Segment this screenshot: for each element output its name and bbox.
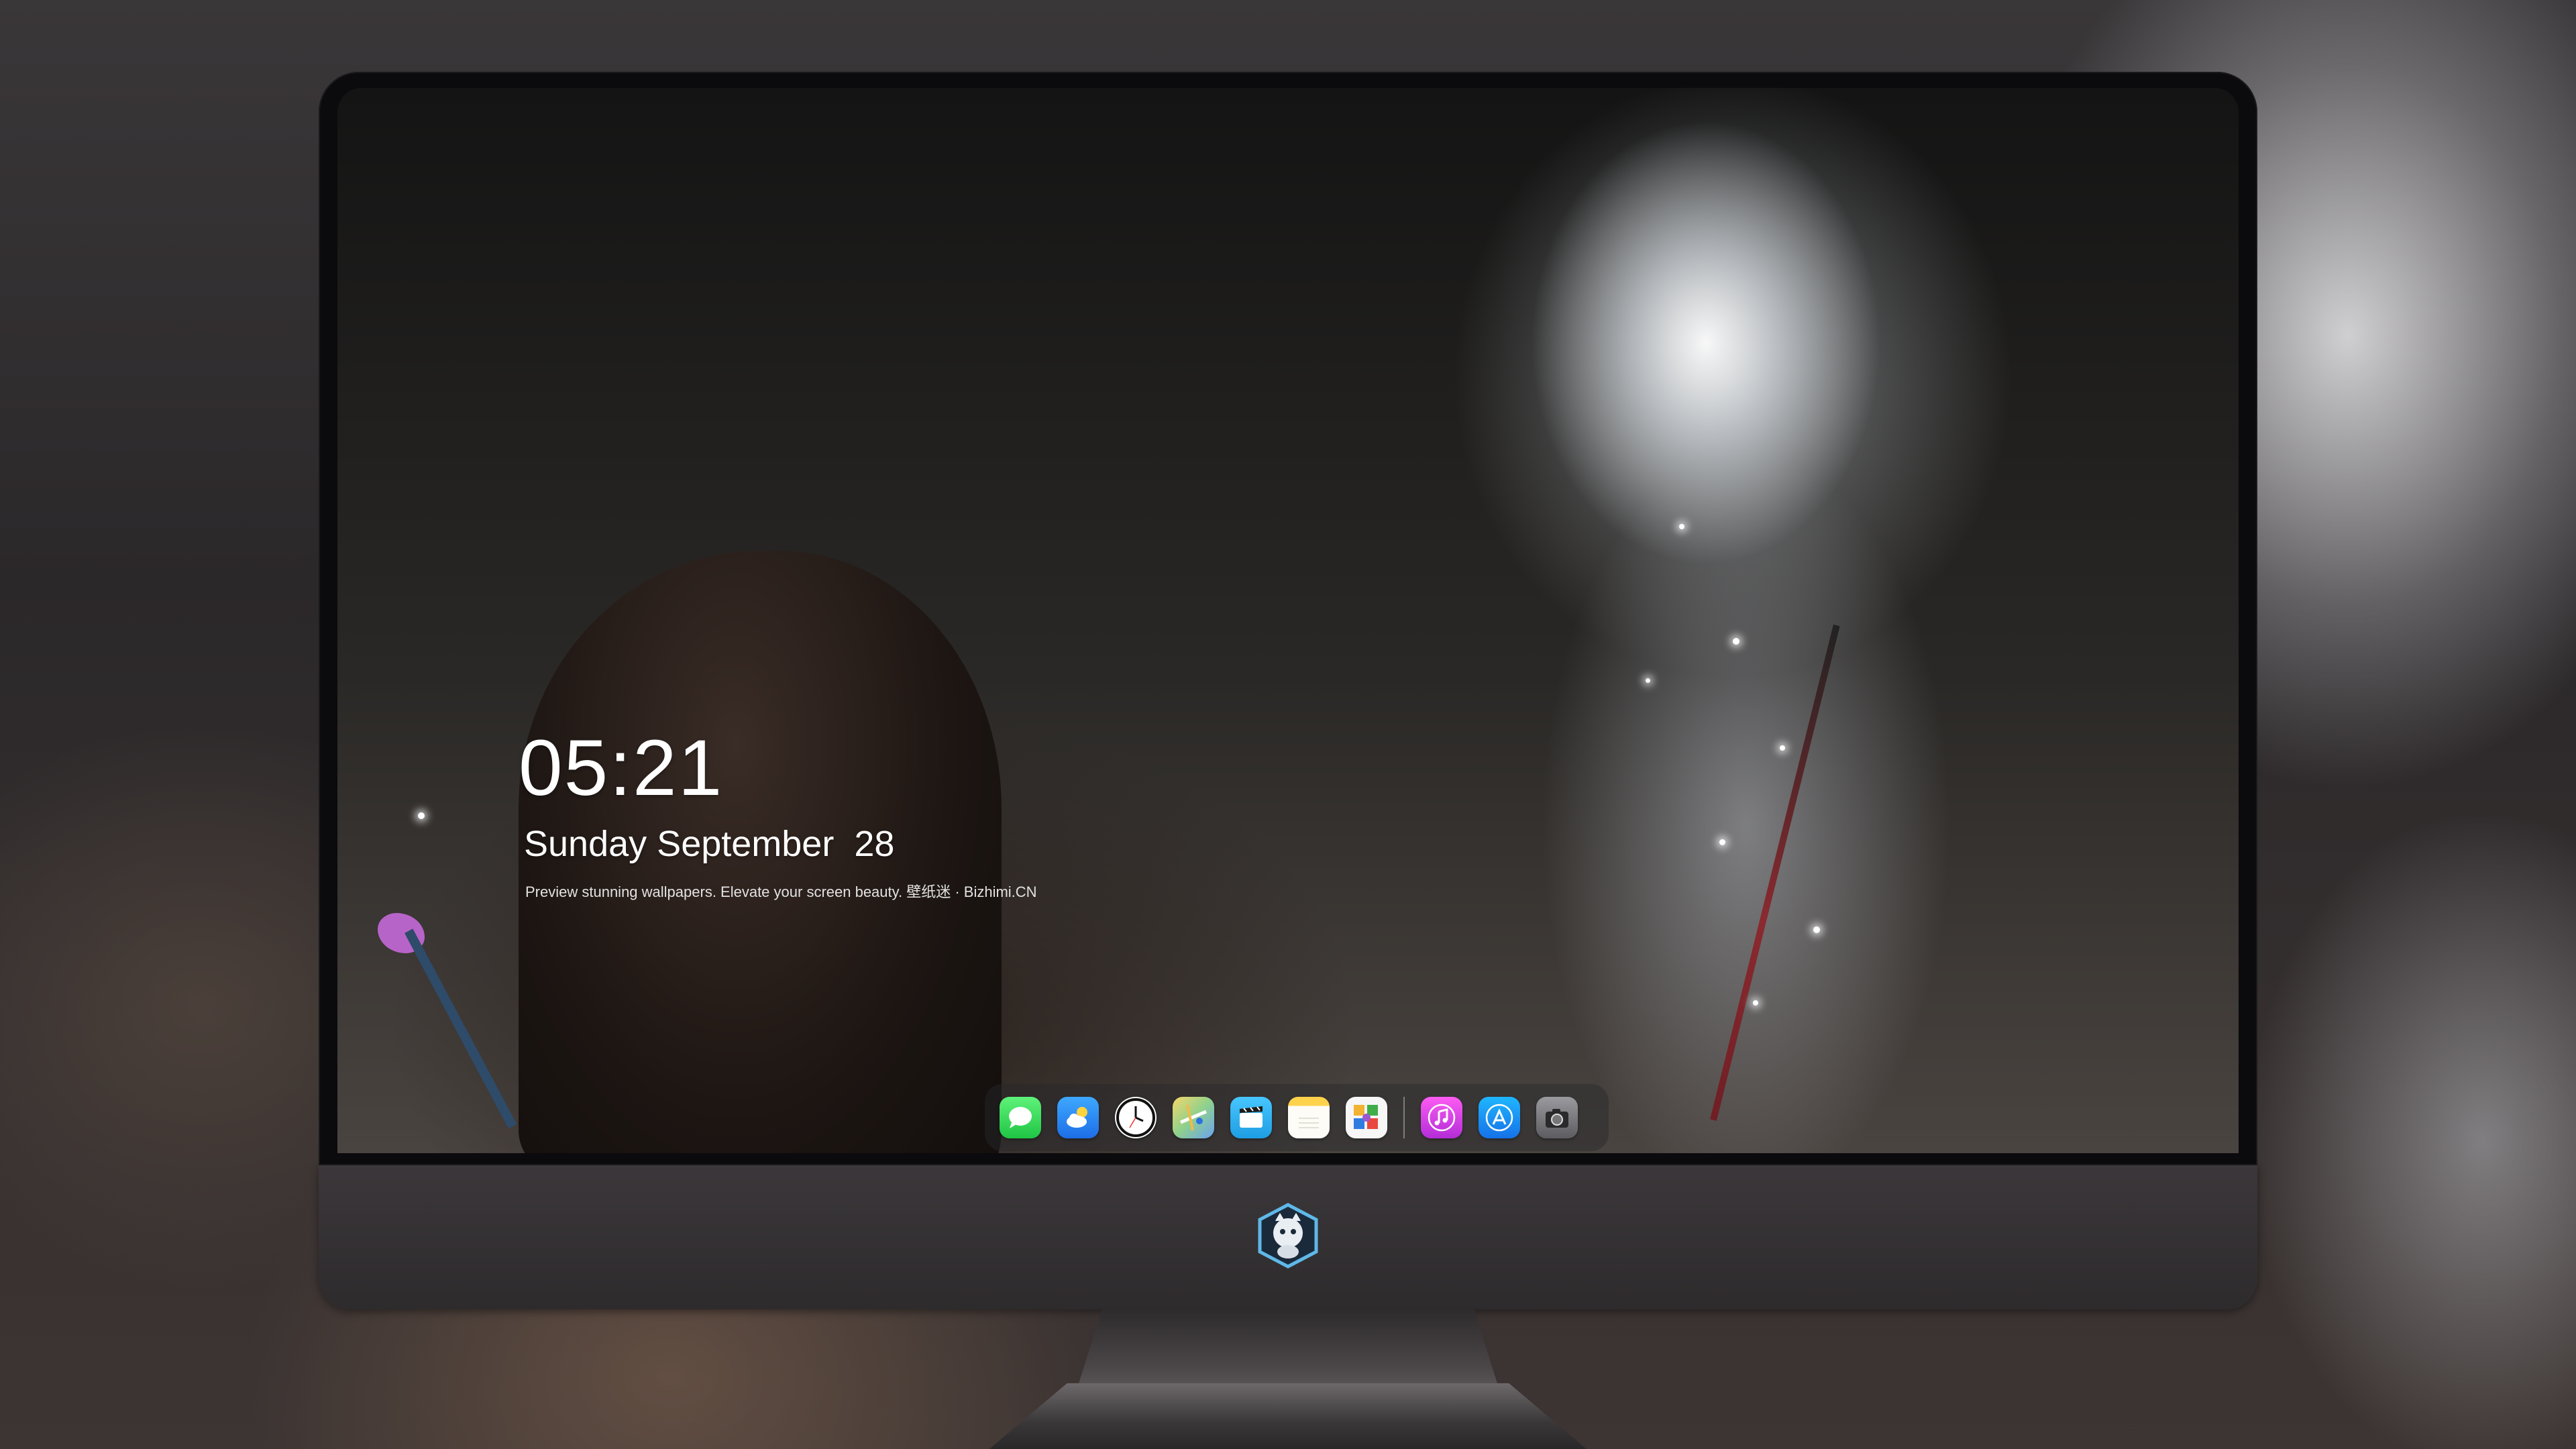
wallpaper-spark [418,812,425,819]
lock-screen-date: Sunday September 28 [524,826,894,862]
wallpaper-spark [1646,678,1650,683]
lock-screen: 05:21 Sunday September 28 Preview stunni… [337,88,2239,1153]
monitor-bezel: 05:21 Sunday September 28 Preview stunni… [319,72,2257,1165]
monitor-stand-neck [1077,1309,1499,1390]
lock-screen-tagline: Preview stunning wallpapers. Elevate you… [525,883,1037,900]
lock-screen-month: September [657,824,835,864]
dock-separator [1403,1097,1405,1138]
app-store-icon[interactable] [1479,1097,1520,1138]
wallpaper-spark [1719,839,1725,845]
mascot-logo-icon [1254,1202,1322,1269]
lock-screen-day: Sunday [524,824,647,864]
wallpaper-spark [1780,745,1785,751]
wallpaper-sparkler-stick [1710,625,1840,1121]
wallpaper-spark [1733,638,1739,645]
camera-icon[interactable] [1536,1097,1578,1138]
photos-icon[interactable] [1346,1097,1387,1138]
maps-icon[interactable] [1173,1097,1214,1138]
messages-icon[interactable] [1000,1097,1041,1138]
clips-icon[interactable] [1230,1097,1272,1138]
dock [985,1084,1609,1151]
monitor: 05:21 Sunday September 28 Preview stunni… [319,72,2257,1309]
notes-icon[interactable] [1288,1097,1330,1138]
music-icon[interactable] [1421,1097,1462,1138]
monitor-stand-base [989,1383,1587,1449]
wallpaper-spark [1753,1000,1758,1006]
wallpaper-wand [405,928,517,1129]
weather-icon[interactable] [1057,1097,1099,1138]
lock-screen-day-number: 28 [854,824,895,864]
wallpaper-spark [1679,524,1684,529]
clock-icon[interactable] [1115,1097,1157,1138]
monitor-chin [319,1165,2257,1309]
wallpaper-spark [1813,926,1820,933]
lock-screen-time: 05:21 [519,724,724,812]
